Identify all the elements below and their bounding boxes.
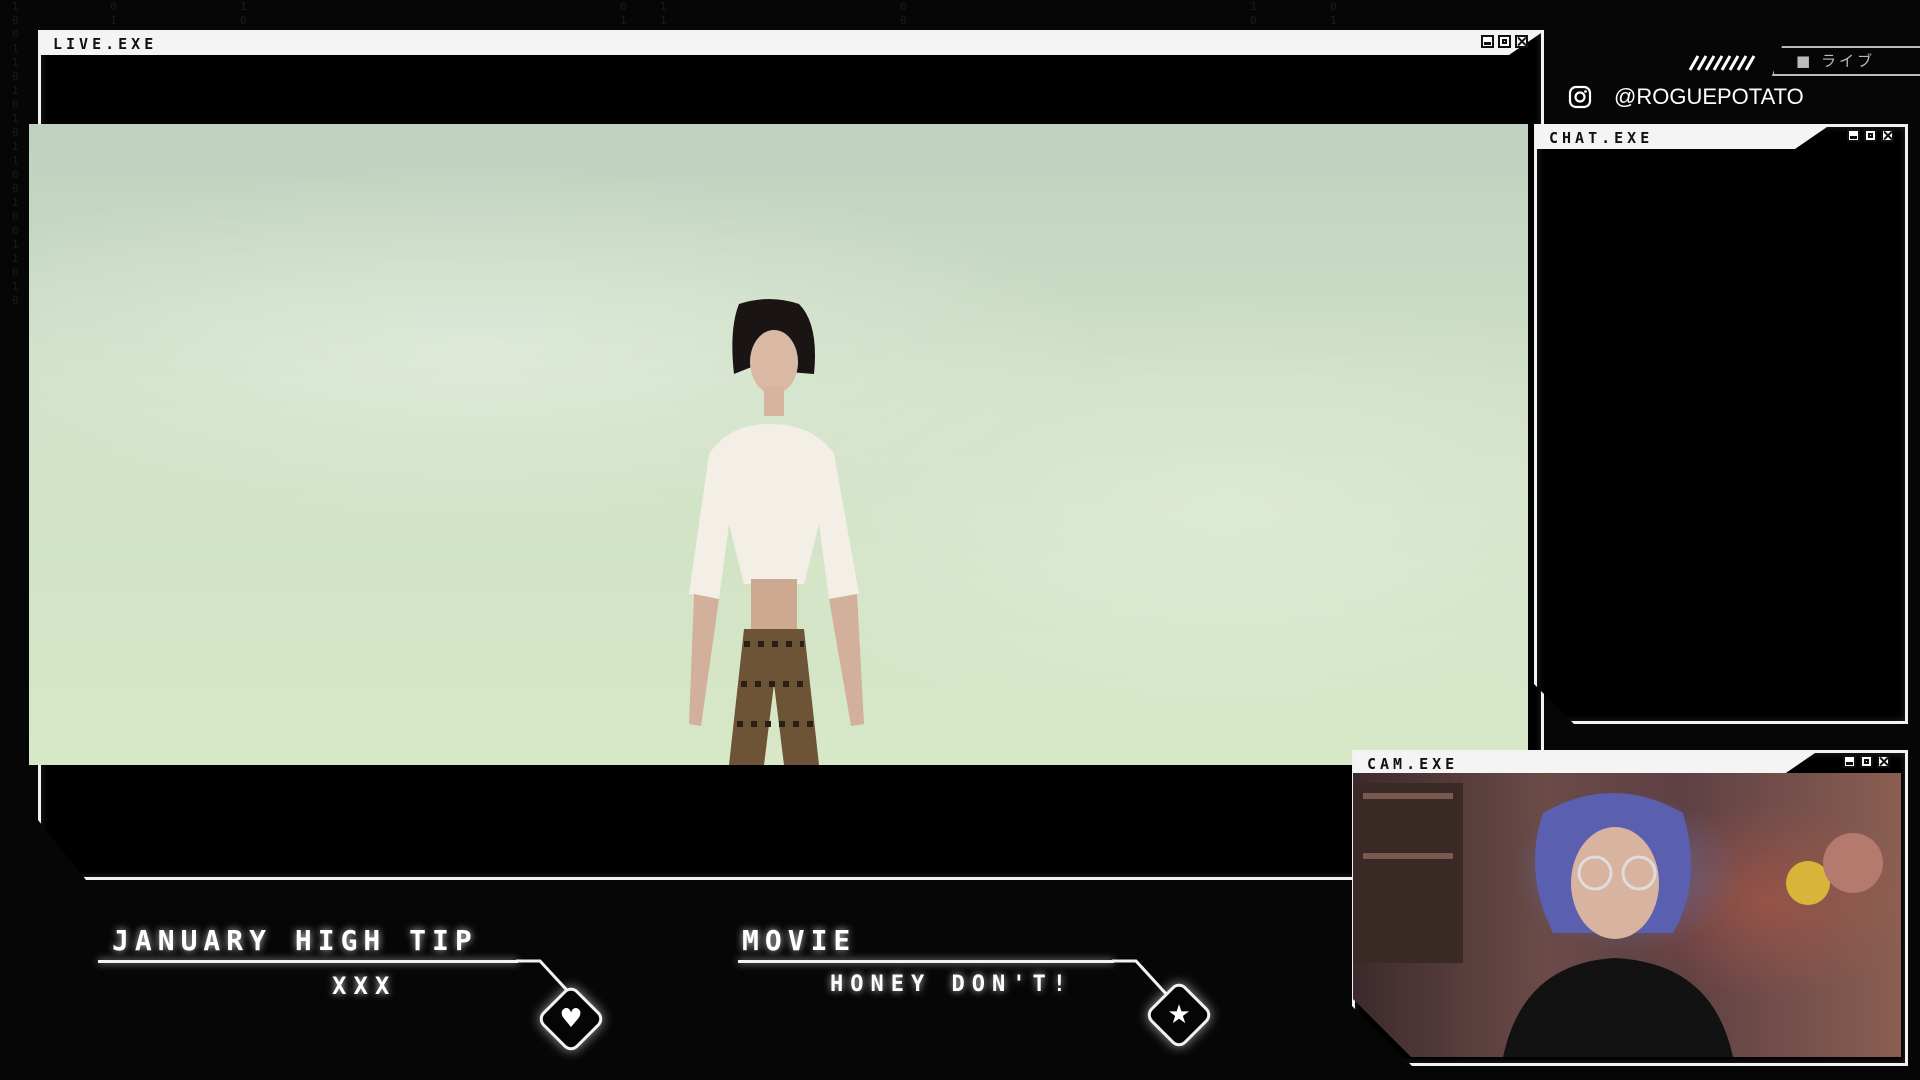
social-handle-bar[interactable]: @ROGUEPOTATO (1568, 82, 1804, 112)
stripes-decoration-icon (1688, 55, 1756, 71)
live-window-titlebar[interactable]: LIVE.EXE (41, 33, 1541, 55)
maximize-icon[interactable] (1864, 129, 1877, 142)
close-icon[interactable] (1881, 129, 1894, 142)
movie-scene-illustration (689, 299, 864, 765)
movie-value: HONEY DON'T! (830, 972, 1073, 997)
maximize-icon[interactable] (1498, 35, 1511, 48)
social-handle: @ROGUEPOTATO (1614, 84, 1804, 109)
chat-window: CHAT.EXE (1534, 124, 1908, 724)
tip-value: XXX (332, 972, 397, 1000)
live-badge-text: ■ ライブ (1796, 52, 1875, 70)
close-icon[interactable] (1515, 35, 1528, 48)
cam-window-title: CAM.EXE (1367, 755, 1459, 773)
chat-window-titlebar[interactable]: CHAT.EXE (1537, 127, 1827, 149)
movie-label: MOVIE (742, 924, 857, 957)
movie-underline (738, 960, 1114, 963)
minimize-icon[interactable] (1843, 755, 1856, 768)
cam-window-controls (1843, 755, 1890, 768)
close-icon[interactable] (1877, 755, 1890, 768)
instagram-icon (1568, 85, 1592, 109)
chat-window-title: CHAT.EXE (1549, 129, 1654, 147)
cam-window-titlebar[interactable]: CAM.EXE (1355, 753, 1815, 775)
tip-underline (98, 960, 518, 963)
webcam-feed (1353, 773, 1901, 1057)
webcam-scene-illustration (1353, 773, 1901, 1057)
minimize-icon[interactable] (1481, 35, 1494, 48)
tip-label: JANUARY HIGH TIP (112, 924, 478, 957)
movie-video-frame (29, 124, 1528, 765)
live-badge-box: ■ ライブ (1772, 46, 1920, 76)
live-window-title: LIVE.EXE (53, 35, 158, 53)
chat-window-controls (1847, 129, 1894, 142)
live-window-controls (1481, 35, 1528, 48)
live-badge: ■ ライブ (1686, 46, 1920, 76)
minimize-icon[interactable] (1847, 129, 1860, 142)
star-icon: ★ (1167, 1000, 1191, 1030)
maximize-icon[interactable] (1860, 755, 1873, 768)
heart-icon: ♥ (559, 1004, 583, 1034)
